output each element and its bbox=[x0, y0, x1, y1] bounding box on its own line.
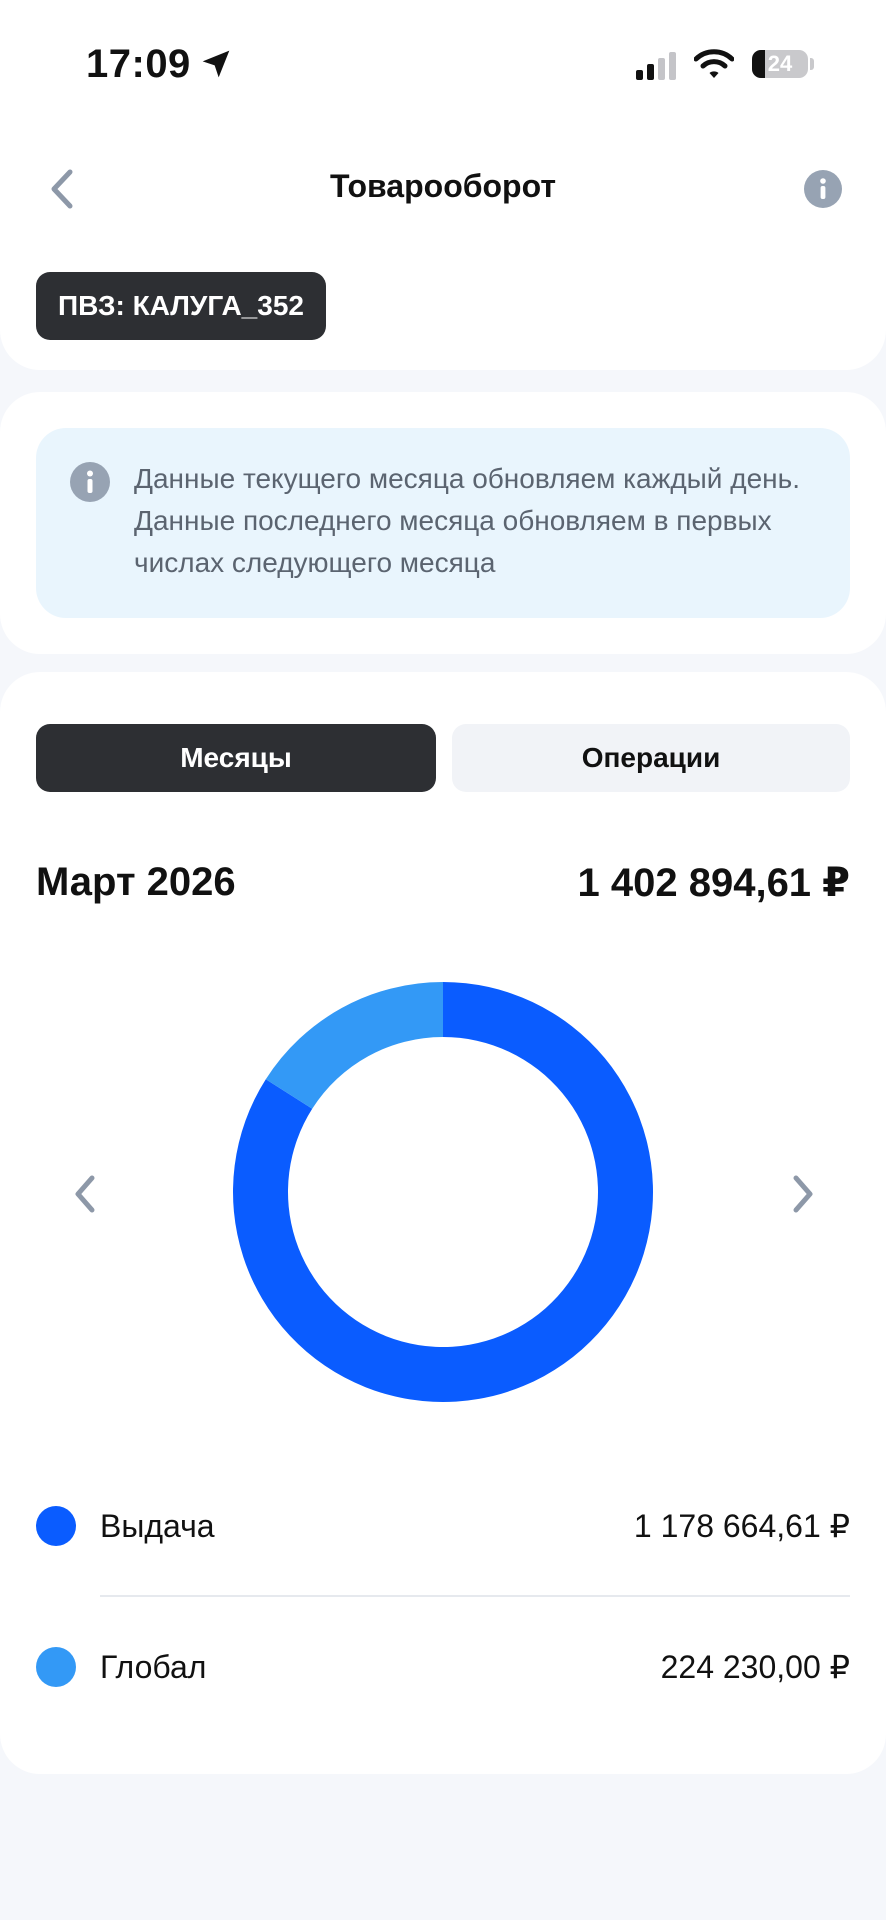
month-label: Март 2026 bbox=[36, 860, 236, 904]
next-month-chevron-icon[interactable] bbox=[788, 1172, 818, 1216]
legend-divider bbox=[100, 1595, 850, 1597]
status-time: 17:09 bbox=[86, 42, 191, 86]
page-title: Товарооборот bbox=[329, 168, 557, 204]
legend-row-issue: Выдача 1 178 664,61 ₽ bbox=[0, 1486, 886, 1566]
legend-dot bbox=[36, 1647, 76, 1687]
info-icon bbox=[70, 462, 110, 502]
wifi-icon bbox=[694, 49, 734, 78]
notice-text: Данные текущего месяца обновляем каждый … bbox=[134, 463, 800, 578]
legend-name: Выдача bbox=[100, 1508, 215, 1544]
legend-row-global: Глобал 224 230,00 ₽ bbox=[0, 1627, 886, 1707]
cellular-signal-icon bbox=[636, 52, 676, 80]
donut-slice-global bbox=[265, 982, 443, 1109]
prev-month-chevron-icon[interactable] bbox=[70, 1172, 100, 1216]
legend-value: 1 178 664,61 ₽ bbox=[633, 1508, 850, 1544]
info-icon[interactable] bbox=[804, 170, 842, 208]
battery-level: 24 bbox=[767, 51, 793, 76]
legend-name: Глобал bbox=[100, 1649, 207, 1685]
legend-value: 224 230,00 ₽ bbox=[660, 1649, 850, 1685]
tab-months[interactable]: Месяцы bbox=[36, 724, 436, 792]
pvz-selector-chip[interactable]: ПВЗ: КАЛУГА_352 bbox=[36, 272, 326, 340]
month-total: 1 402 894,61 ₽ bbox=[577, 861, 851, 905]
location-arrow-icon bbox=[202, 50, 230, 78]
battery-icon: 24 bbox=[752, 50, 808, 78]
tab-operations[interactable]: Операции bbox=[452, 724, 850, 792]
battery-tip bbox=[810, 58, 814, 70]
legend-dot bbox=[36, 1506, 76, 1546]
donut-chart bbox=[233, 982, 653, 1402]
